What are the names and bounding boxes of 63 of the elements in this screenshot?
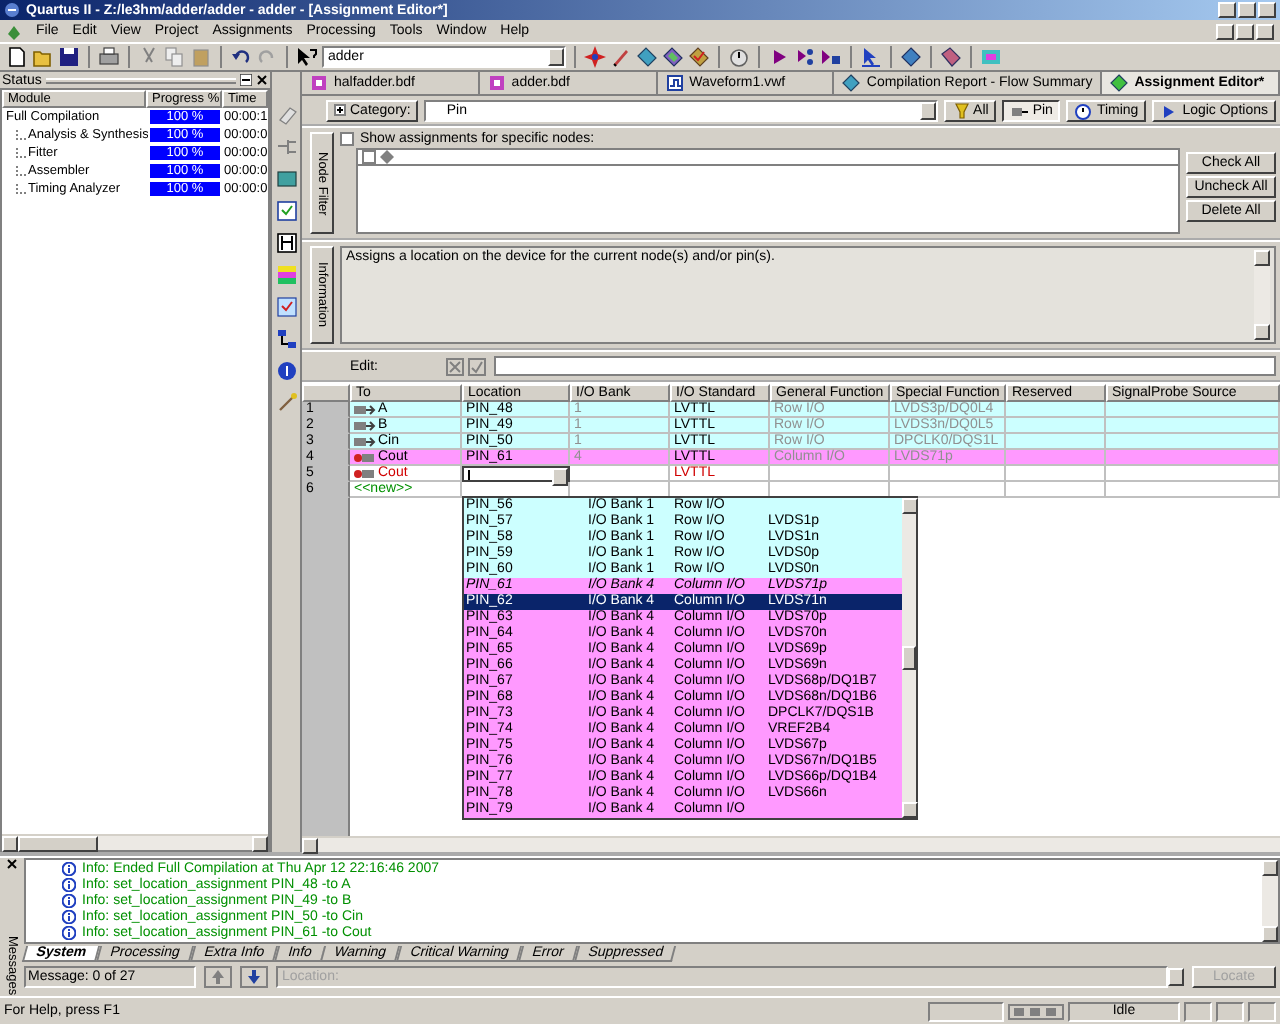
hierarchy-icon[interactable] xyxy=(275,328,297,350)
scrollbar[interactable] xyxy=(902,498,916,818)
status-field xyxy=(1216,1001,1244,1021)
up-arrow-button-icon[interactable] xyxy=(204,966,232,988)
indicator-icon xyxy=(1008,1003,1064,1019)
star-burst-icon[interactable] xyxy=(584,46,606,68)
status-field xyxy=(928,1001,1004,1021)
stopwatch-icon[interactable] xyxy=(728,46,750,68)
dropdown-button[interactable] xyxy=(552,468,568,486)
undo-icon[interactable] xyxy=(230,46,252,68)
monitor-icon[interactable] xyxy=(275,168,297,190)
play-icon[interactable] xyxy=(768,46,790,68)
help-pointer-icon[interactable] xyxy=(296,46,318,68)
block-diagram-icon xyxy=(310,74,328,92)
chip-icon[interactable] xyxy=(636,46,658,68)
dropdown-button[interactable] xyxy=(548,48,564,66)
chip-arrow-icon[interactable] xyxy=(940,46,962,68)
header-corner[interactable] xyxy=(302,384,350,402)
arrow-icon xyxy=(1160,101,1179,119)
chip-icon xyxy=(1110,74,1129,92)
dropdown-button[interactable] xyxy=(1168,968,1184,986)
eraser-icon[interactable] xyxy=(275,104,297,126)
dropdown-button[interactable] xyxy=(919,101,936,119)
cut-icon[interactable] xyxy=(138,46,160,68)
diamond-chip-icon[interactable] xyxy=(900,46,922,68)
wand-icon[interactable] xyxy=(275,392,297,414)
pins-icon[interactable] xyxy=(275,232,297,254)
block-diagram-icon xyxy=(487,74,506,92)
grid-check-icon[interactable] xyxy=(275,296,297,318)
status-field xyxy=(1184,1001,1212,1021)
scrollbar[interactable] xyxy=(1262,860,1278,942)
chip-grid-icon[interactable] xyxy=(275,200,297,222)
pencil-icon[interactable] xyxy=(610,46,632,68)
edit-field[interactable] xyxy=(494,356,1276,376)
close-icon[interactable] xyxy=(6,858,18,870)
scrollbar[interactable] xyxy=(1254,250,1270,340)
cancel-icon[interactable] xyxy=(446,357,465,375)
check-icon[interactable] xyxy=(468,357,487,375)
scrollbar[interactable] xyxy=(302,836,1280,852)
status-field xyxy=(1248,1001,1276,1021)
play-step-icon[interactable] xyxy=(820,46,842,68)
new-file-icon[interactable] xyxy=(6,46,28,68)
hint-icon[interactable] xyxy=(275,360,297,382)
color-bars-icon[interactable] xyxy=(275,264,297,286)
checkbox[interactable] xyxy=(340,132,354,146)
scrollbar[interactable] xyxy=(2,834,268,850)
connector-icon[interactable] xyxy=(275,136,297,158)
down-arrow-button-icon[interactable] xyxy=(240,966,268,988)
chip-stack-icon[interactable] xyxy=(662,46,684,68)
filter-icon xyxy=(951,101,970,119)
print-icon[interactable] xyxy=(98,46,120,68)
expand-icon xyxy=(334,104,346,116)
save-icon[interactable] xyxy=(58,46,80,68)
app-icon xyxy=(4,2,20,18)
checkbox[interactable] xyxy=(362,150,376,164)
dropdown-list[interactable] xyxy=(462,496,918,820)
cursor-icon[interactable] xyxy=(860,46,882,68)
close-icon[interactable] xyxy=(256,74,268,86)
stopwatch-icon xyxy=(1074,101,1093,119)
play-flow-icon[interactable] xyxy=(794,46,816,68)
chip-icon xyxy=(842,74,861,92)
location-combo[interactable] xyxy=(462,466,570,482)
chip-check-icon[interactable] xyxy=(688,46,710,68)
